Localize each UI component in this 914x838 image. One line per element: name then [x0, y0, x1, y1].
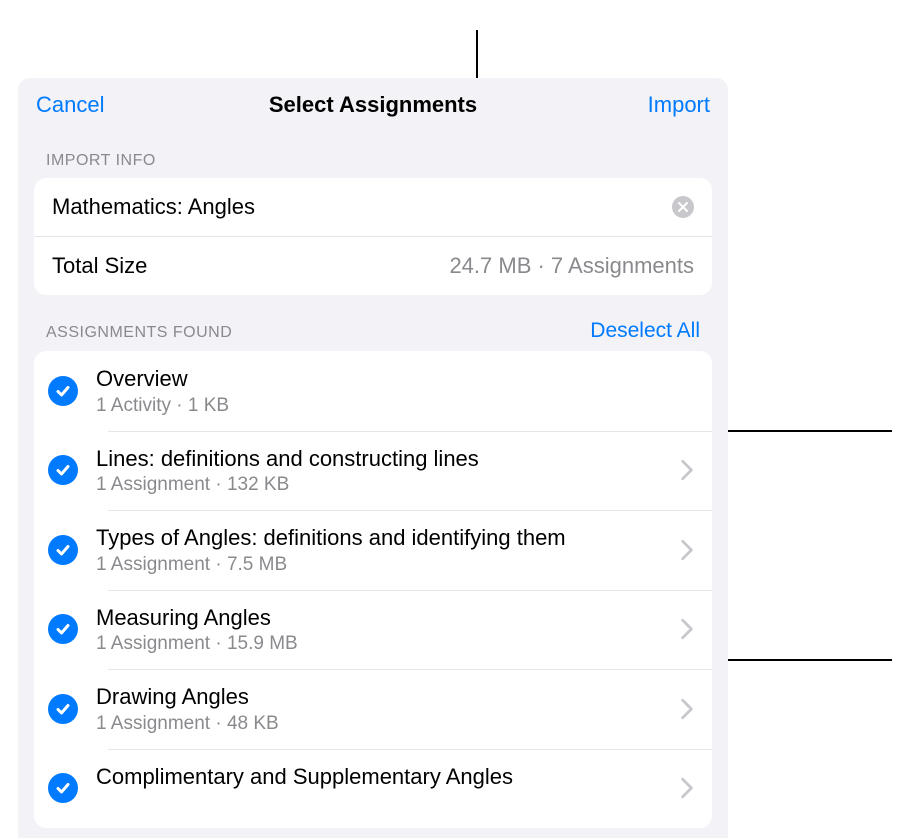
import-info-header-label: IMPORT INFO [46, 152, 156, 170]
cancel-button[interactable]: Cancel [36, 92, 156, 118]
select-assignments-panel: Cancel Select Assignments Import IMPORT … [18, 78, 728, 838]
list-item-title: Overview [96, 365, 694, 393]
checkmark-icon[interactable] [48, 535, 78, 565]
chevron-right-icon[interactable] [680, 698, 694, 720]
list-item-body: Measuring Angles 1 Assignment · 15.9 MB [96, 604, 670, 656]
import-name-field: Mathematics: Angles [52, 194, 255, 220]
total-size-row: Total Size 24.7 MB · 7 Assignments [34, 236, 712, 295]
import-name-row[interactable]: Mathematics: Angles [34, 178, 712, 236]
navbar-title: Select Assignments [156, 92, 590, 118]
list-item-title: Lines: definitions and constructing line… [96, 445, 670, 473]
chevron-right-icon[interactable] [680, 777, 694, 799]
list-item-subtitle: 1 Assignment · 132 KB [96, 474, 670, 496]
list-item-body: Types of Angles: definitions and identif… [96, 524, 670, 576]
checkmark-icon[interactable] [48, 376, 78, 406]
clear-text-icon[interactable] [672, 196, 694, 218]
list-item-title: Measuring Angles [96, 604, 670, 632]
list-item[interactable]: Lines: definitions and constructing line… [34, 431, 712, 511]
import-info-header: IMPORT INFO [18, 128, 728, 178]
list-item-title: Complimentary and Supplementary Angles [96, 763, 670, 791]
chevron-right-icon[interactable] [680, 459, 694, 481]
list-item[interactable]: Overview 1 Activity · 1 KB [34, 351, 712, 431]
list-item[interactable]: Measuring Angles 1 Assignment · 15.9 MB [34, 590, 712, 670]
list-item-body: Drawing Angles 1 Assignment · 48 KB [96, 683, 670, 735]
checkmark-icon[interactable] [48, 694, 78, 724]
navbar: Cancel Select Assignments Import [18, 78, 728, 128]
list-item-subtitle: 1 Assignment · 7.5 MB [96, 554, 670, 576]
list-item-title: Drawing Angles [96, 683, 670, 711]
list-item-body: Lines: definitions and constructing line… [96, 445, 670, 497]
assignments-found-header: ASSIGNMENTS FOUND Deselect All [18, 295, 728, 351]
chevron-right-icon[interactable] [680, 539, 694, 561]
list-item-body: Complimentary and Supplementary Angles 1… [96, 763, 670, 815]
list-item-subtitle: 1 Activity · 1 KB [96, 395, 694, 417]
chevron-right-icon[interactable] [680, 618, 694, 640]
callout-line-chevron [700, 659, 892, 661]
checkmark-icon[interactable] [48, 455, 78, 485]
list-item-title: Types of Angles: definitions and identif… [96, 524, 670, 552]
total-size-value: 24.7 MB · 7 Assignments [449, 253, 694, 279]
list-item-subtitle: 1 Assignment · 15.9 MB [96, 633, 670, 655]
list-item[interactable]: Types of Angles: definitions and identif… [34, 510, 712, 590]
deselect-all-button[interactable]: Deselect All [590, 319, 700, 343]
list-item[interactable]: Complimentary and Supplementary Angles 1… [34, 749, 712, 829]
import-info-card: Mathematics: Angles Total Size 24.7 MB ·… [34, 178, 712, 295]
list-item-body: Overview 1 Activity · 1 KB [96, 365, 694, 417]
assignments-list: Overview 1 Activity · 1 KB Lines: defini… [34, 351, 712, 828]
checkmark-icon[interactable] [48, 773, 78, 803]
total-size-label: Total Size [52, 253, 147, 279]
checkmark-icon[interactable] [48, 614, 78, 644]
list-item-subtitle: 1 Assignment · 48 KB [96, 713, 670, 735]
assignments-found-header-label: ASSIGNMENTS FOUND [46, 324, 232, 342]
import-button[interactable]: Import [590, 92, 710, 118]
list-item[interactable]: Drawing Angles 1 Assignment · 48 KB [34, 669, 712, 749]
